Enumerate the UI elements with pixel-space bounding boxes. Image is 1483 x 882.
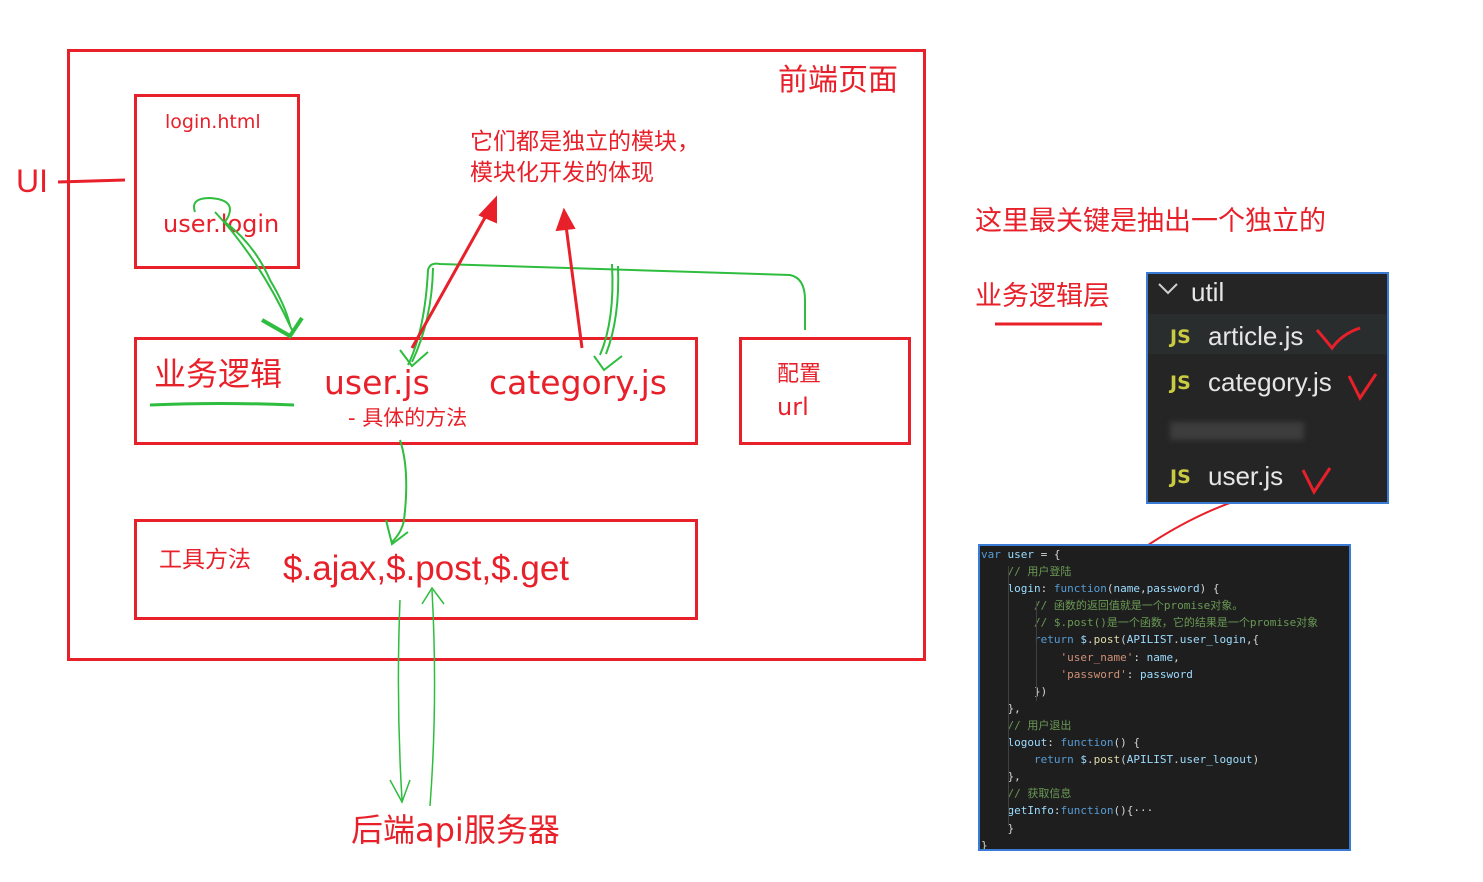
code-line: } [981,821,1015,835]
folder-row-util[interactable]: util [1148,274,1387,314]
code-line: login: function(name,password) { [981,582,1220,596]
frontend-page-label: 前端页面 [778,63,898,98]
modules-note-line1: 它们都是独立的模块， [470,129,700,155]
folder-name: util [1191,277,1225,307]
js-file-icon: JS [1170,372,1191,394]
login-html-title: login.html [165,111,261,133]
key-note-line1: 这里最关键是抽出一个独立的 [975,206,1326,237]
chevron-down-icon [1158,283,1178,295]
file-explorer-panel: util JS article.js JS category.js JS use… [1146,272,1389,504]
tool-methods-list: $.ajax,$.post,$.get [283,549,570,588]
code-line: return $.post(APILIST.user_logout) [981,753,1260,767]
file-name: category.js [1208,367,1332,397]
file-row-category[interactable]: JS category.js [1148,362,1387,402]
file-row-article[interactable]: JS article.js [1148,314,1387,354]
code-line: }, [981,701,1021,715]
code-line: logout: function() { [981,736,1140,750]
code-line: getInfo:function(){··· [981,804,1154,818]
key-note-line2: 业务逻辑层 [975,281,1110,312]
ui-label: UI [16,163,48,199]
code-line: var user = { [981,548,1061,561]
code-line: }, [981,770,1021,784]
redacted-file-row [1148,410,1387,450]
modules-note-line2: 模块化开发的体现 [470,160,654,186]
code-line: } [981,838,988,851]
user-js-note: - 具体的方法 [348,406,468,430]
category-js-label: category.js [489,363,667,402]
tool-methods-title: 工具方法 [159,547,251,573]
js-file-icon: JS [1170,466,1191,488]
checkmark-icon [1315,326,1361,351]
js-file-icon: JS [1170,326,1191,348]
checkmark-icon [1347,373,1378,401]
file-name: article.js [1208,321,1304,351]
user-login-call: user.login [163,210,280,238]
code-line: // 用户登陆 [981,565,1072,579]
user-js-label: user.js [324,363,430,402]
config-label: 配置 [777,362,822,387]
business-logic-title: 业务逻辑 [154,355,283,393]
code-line: // 用户退出 [981,718,1072,732]
file-name: user.js [1208,461,1284,491]
config-url-label: url [777,393,809,421]
config-box [739,337,911,445]
code-line: // 获取信息 [981,787,1072,801]
checkmark-icon [1301,467,1332,495]
code-editor-panel: var user = { // 用户登陆 login: function(nam… [978,544,1351,851]
file-row-user[interactable]: JS user.js [1148,456,1387,496]
backend-api-server-label: 后端api服务器 [351,811,560,849]
